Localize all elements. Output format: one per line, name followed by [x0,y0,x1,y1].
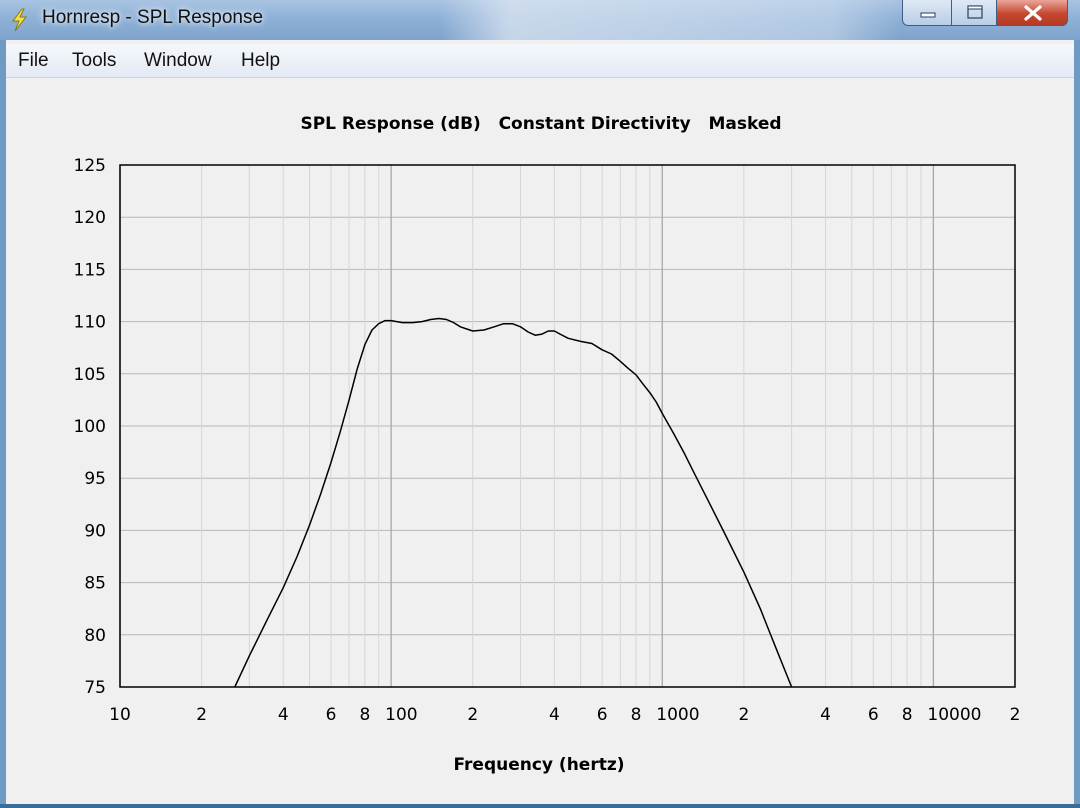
maximize-button[interactable] [951,0,997,26]
x-tick-label: 4 [549,705,560,725]
menu-file[interactable]: File [18,50,49,72]
title-bar[interactable]: Hornresp - SPL Response [0,0,1080,40]
y-tick-label: 75 [84,678,106,698]
x-tick-labels: 10 2 4 6 8 100 2 4 6 8 1000 2 4 6 8 10000 2 [109,705,1020,725]
minimize-button[interactable] [902,0,952,26]
y-tick-label: 115 [74,260,106,280]
y-tick-label: 125 [74,156,106,176]
chart-area: SPL Response (dB) Constant Directivity M… [6,78,1074,804]
y-tick-label: 80 [84,626,106,646]
x-tick-label: 2 [467,705,478,725]
y-tick-label: 90 [84,521,106,541]
y-tick-label: 100 [74,417,106,437]
x-tick-label: 8 [631,705,642,725]
y-tick-label: 85 [84,574,106,594]
x-tick-label: 8 [902,705,913,725]
lightning-icon [12,8,28,32]
x-tick-label: 6 [868,705,879,725]
close-icon [1024,5,1042,21]
x-tick-label: 6 [326,705,337,725]
grid [119,164,1016,688]
x-tick-label: 4 [278,705,289,725]
chart-title: SPL Response (dB) Constant Directivity M… [300,114,781,134]
x-axis-label: Frequency (hertz) [454,755,625,775]
menu-tools[interactable]: Tools [72,50,116,72]
maximize-icon [967,5,983,19]
app-window: Hornresp - SPL Response File Tools Windo… [0,0,1080,804]
x-tick-label: 6 [597,705,608,725]
spl-response-chart: SPL Response (dB) Constant Directivity M… [74,114,1021,775]
x-tick-label: 10 [109,705,131,725]
y-tick-label: 110 [74,313,106,333]
y-tick-label: 120 [74,208,106,228]
menu-help[interactable]: Help [241,50,280,72]
y-tick-label: 95 [84,469,106,489]
x-tick-label: 10000 [927,705,981,725]
x-tick-label: 2 [1010,705,1021,725]
close-button[interactable] [996,0,1068,26]
x-tick-label: 4 [820,705,831,725]
y-tick-labels: 125 120 115 110 105 100 95 90 85 80 75 [74,156,106,698]
x-tick-label: 1000 [656,705,699,725]
x-tick-label: 100 [385,705,417,725]
y-tick-label: 105 [74,365,106,385]
x-tick-label: 8 [359,705,370,725]
x-tick-label: 2 [196,705,207,725]
background-browser-blur [440,0,900,40]
menu-bar: File Tools Window Help [6,44,1074,78]
x-tick-label: 2 [738,705,749,725]
menu-window[interactable]: Window [144,50,212,72]
minimize-icon [920,12,936,18]
window-title: Hornresp - SPL Response [42,7,264,28]
